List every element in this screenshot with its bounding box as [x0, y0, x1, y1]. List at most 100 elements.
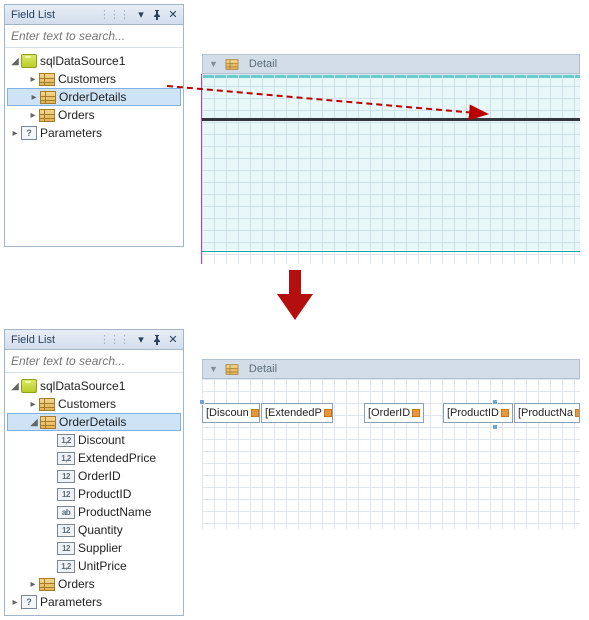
- tree-node-field-quantity[interactable]: ▸ 12 Quantity: [7, 521, 181, 539]
- band-label: Detail: [249, 363, 277, 375]
- cell-text: [ProductNa: [518, 407, 573, 419]
- panel-header: Field List ⋮⋮⋮ ▾ ✕: [5, 330, 183, 350]
- table-cell-discount[interactable]: [Discoun: [202, 403, 260, 423]
- pin-button[interactable]: [149, 7, 165, 23]
- tree-node-field-productid[interactable]: ▸ 12 ProductID: [7, 485, 181, 503]
- collapse-icon[interactable]: ▼: [209, 364, 218, 374]
- tree-node-orderdetails[interactable]: ◢ OrderDetails: [7, 413, 181, 431]
- tree: ◢ sqlDataSource1 ▸ Customers ◢ OrderDeta…: [5, 373, 183, 615]
- node-label: Customers: [58, 72, 116, 86]
- table-cell-extendedprice[interactable]: [ExtendedP: [261, 403, 333, 423]
- search-input[interactable]: [5, 25, 183, 48]
- expand-icon[interactable]: ▸: [27, 399, 39, 410]
- tree-node-field-discount[interactable]: ▸ 1,2 Discount: [7, 431, 181, 449]
- detail-band-body[interactable]: [Discoun [ExtendedP [OrderID [ProductID …: [202, 379, 580, 529]
- table-icon: [39, 109, 55, 122]
- node-label: Orders: [58, 108, 95, 122]
- integer-field-icon: 12: [57, 470, 75, 483]
- smart-tag-icon[interactable]: [501, 409, 509, 417]
- table-row[interactable]: [Discoun [ExtendedP [OrderID [ProductID …: [202, 403, 580, 423]
- expand-icon[interactable]: ▸: [9, 128, 21, 139]
- smart-tag-icon[interactable]: [412, 409, 420, 417]
- cell-text: [ExtendedP: [265, 407, 322, 419]
- expand-icon[interactable]: ◢: [9, 56, 21, 67]
- node-label: Orders: [58, 577, 95, 591]
- node-label: Customers: [58, 397, 116, 411]
- node-label: Parameters: [40, 126, 102, 140]
- database-icon: [21, 379, 37, 393]
- dropdown-button[interactable]: ▾: [133, 7, 149, 23]
- node-label: sqlDataSource1: [40, 379, 125, 393]
- string-field-icon: ab: [57, 506, 75, 519]
- drop-highlight: [202, 121, 580, 250]
- node-label: sqlDataSource1: [40, 54, 125, 68]
- tree-node-parameters[interactable]: ▸ ? Parameters: [7, 593, 181, 611]
- tree-node-field-productname[interactable]: ▸ ab ProductName: [7, 503, 181, 521]
- node-label: Discount: [78, 433, 125, 447]
- node-label: ProductName: [78, 505, 151, 519]
- selection-handle[interactable]: [492, 424, 498, 430]
- table-cell-orderid[interactable]: [OrderID: [364, 403, 424, 423]
- node-label: ExtendedPrice: [78, 451, 156, 465]
- parameters-icon: ?: [21, 126, 37, 140]
- table-cell-productid[interactable]: [ProductID: [443, 403, 513, 423]
- close-button[interactable]: ✕: [165, 7, 181, 23]
- field-list-panel: Field List ⋮⋮⋮ ▾ ✕ ◢ sqlDataSource1 ▸ Cu…: [4, 4, 184, 247]
- node-label: ProductID: [78, 487, 131, 501]
- search-input[interactable]: [5, 350, 183, 373]
- expand-icon[interactable]: ▸: [28, 92, 40, 103]
- tree-node-customers[interactable]: ▸ Customers: [7, 70, 181, 88]
- table-icon: [39, 73, 55, 86]
- tree-node-field-orderid[interactable]: ▸ 12 OrderID: [7, 467, 181, 485]
- cell-text: [OrderID: [368, 407, 410, 419]
- design-grid: [202, 379, 580, 529]
- tree-node-parameters[interactable]: ▸ ? Parameters: [7, 124, 181, 142]
- expand-icon[interactable]: ▸: [27, 74, 39, 85]
- tree-node-field-unitprice[interactable]: ▸ 1,2 UnitPrice: [7, 557, 181, 575]
- node-label: Parameters: [40, 595, 102, 609]
- tree-node-field-supplier[interactable]: ▸ 12 Supplier: [7, 539, 181, 557]
- collapse-icon[interactable]: ◢: [28, 417, 40, 428]
- decimal-field-icon: 1,2: [57, 452, 75, 465]
- smart-tag-icon[interactable]: [324, 409, 332, 417]
- decimal-field-icon: 1,2: [57, 560, 75, 573]
- expand-icon[interactable]: ◢: [9, 381, 21, 392]
- smart-tag-icon[interactable]: [575, 409, 580, 417]
- integer-field-icon: 12: [57, 488, 75, 501]
- collapse-icon[interactable]: ▼: [209, 59, 218, 69]
- report-designer[interactable]: ▼ Detail [Discoun [ExtendedP [OrderID [: [202, 359, 580, 529]
- smart-tag-icon[interactable]: [251, 409, 259, 417]
- node-label: Supplier: [78, 541, 122, 555]
- dropdown-button[interactable]: ▾: [133, 332, 149, 348]
- tree: ◢ sqlDataSource1 ▸ Customers ▸ OrderDeta…: [5, 48, 183, 146]
- tree-node-orderdetails[interactable]: ▸ OrderDetails: [7, 88, 181, 106]
- tree-node-customers[interactable]: ▸ Customers: [7, 395, 181, 413]
- tree-node-orders[interactable]: ▸ Orders: [7, 575, 181, 593]
- tree-node-datasource[interactable]: ◢ sqlDataSource1: [7, 52, 181, 70]
- table-icon: [40, 416, 56, 429]
- tree-node-datasource[interactable]: ◢ sqlDataSource1: [7, 377, 181, 395]
- node-label: OrderDetails: [59, 90, 126, 104]
- transition-arrow-icon: [4, 270, 585, 323]
- decimal-field-icon: 1,2: [57, 434, 75, 447]
- tree-node-orders[interactable]: ▸ Orders: [7, 106, 181, 124]
- report-designer[interactable]: ▼ Detail: [202, 54, 580, 264]
- detail-band-header[interactable]: ▼ Detail: [202, 359, 580, 379]
- selection-handle[interactable]: [492, 399, 498, 405]
- tree-node-field-extendedprice[interactable]: ▸ 1,2 ExtendedPrice: [7, 449, 181, 467]
- table-icon: [39, 398, 55, 411]
- pin-button[interactable]: [149, 332, 165, 348]
- band-icon: [226, 59, 239, 69]
- node-label: OrderID: [78, 469, 121, 483]
- close-button[interactable]: ✕: [165, 332, 181, 348]
- table-cell-productname[interactable]: [ProductNa: [514, 403, 580, 423]
- selection-handle[interactable]: [199, 399, 205, 405]
- band-icon: [226, 364, 239, 374]
- expand-icon[interactable]: ▸: [27, 579, 39, 590]
- detail-band-header[interactable]: ▼ Detail: [202, 54, 580, 74]
- node-label: OrderDetails: [59, 415, 126, 429]
- cell-text: [Discoun: [206, 407, 249, 419]
- detail-band-body[interactable]: [202, 74, 580, 264]
- expand-icon[interactable]: ▸: [27, 110, 39, 121]
- expand-icon[interactable]: ▸: [9, 597, 21, 608]
